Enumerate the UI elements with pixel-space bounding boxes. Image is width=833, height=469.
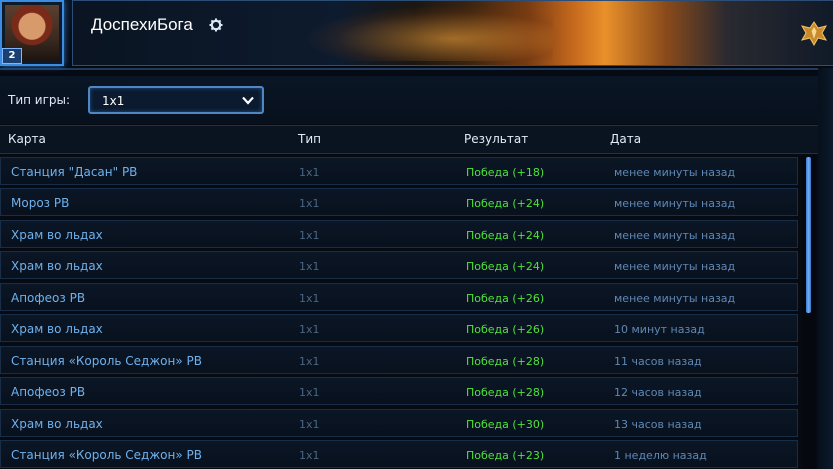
match-date: менее минуты назад — [614, 260, 736, 273]
column-type[interactable]: Тип — [298, 132, 321, 146]
table-header: Карта Тип Результат Дата — [0, 125, 833, 154]
match-result: Победа (+26) — [466, 323, 545, 336]
table-row[interactable]: Апофеоз РВ 1x1 Победа (+28) 12 часов наз… — [0, 377, 798, 405]
match-result: Победа (+24) — [466, 260, 545, 273]
game-type: 1x1 — [299, 166, 320, 179]
game-type: 1x1 — [299, 197, 320, 210]
name-plate: ДоспехиБога 340 — [72, 0, 833, 66]
map-name[interactable]: Храм во льдах — [11, 322, 103, 336]
column-result[interactable]: Результат — [464, 132, 528, 146]
match-result: Победа (+24) — [466, 197, 545, 210]
match-result: Победа (+26) — [466, 292, 545, 305]
table-row[interactable]: Станция «Король Седжон» РВ 1x1 Победа (+… — [0, 440, 798, 468]
map-name[interactable]: Апофеоз РВ — [11, 291, 85, 305]
game-type: 1x1 — [299, 229, 320, 242]
achievement-wings-icon — [800, 21, 828, 47]
right-frame-edge — [818, 68, 833, 469]
map-name[interactable]: Храм во льдах — [11, 259, 103, 273]
filter-bar: Тип игры: 1x1 — [0, 76, 833, 124]
match-date: 12 часов назад — [614, 386, 702, 399]
match-result: Победа (+30) — [466, 418, 545, 431]
table-row[interactable]: Храм во льдах 1x1 Победа (+30) 13 часов … — [0, 409, 798, 437]
profile-header: 2 ДоспехиБога 340 — [0, 0, 833, 70]
match-result: Победа (+18) — [466, 166, 545, 179]
game-type: 1x1 — [299, 355, 320, 368]
game-type: 1x1 — [299, 386, 320, 399]
player-name[interactable]: ДоспехиБога — [91, 15, 193, 35]
match-history-list: Станция "Дасан" РВ 1x1 Победа (+18) мене… — [0, 155, 800, 469]
scrollbar-thumb[interactable] — [806, 157, 811, 313]
chevron-down-icon — [242, 96, 254, 105]
match-date: 10 минут назад — [614, 323, 705, 336]
table-row[interactable]: Храм во льдах 1x1 Победа (+26) 10 минут … — [0, 314, 798, 342]
column-map[interactable]: Карта — [8, 132, 46, 146]
game-type-value: 1x1 — [102, 94, 125, 108]
table-row[interactable]: Станция "Дасан" РВ 1x1 Победа (+18) мене… — [0, 157, 798, 185]
game-type: 1x1 — [299, 292, 320, 305]
game-type: 1x1 — [299, 418, 320, 431]
table-row[interactable]: Станция «Король Седжон» РВ 1x1 Победа (+… — [0, 346, 798, 374]
scrollbar[interactable] — [802, 155, 816, 469]
map-name[interactable]: Станция "Дасан" РВ — [11, 165, 137, 179]
table-row[interactable]: Мороз РВ 1x1 Победа (+24) менее минуты н… — [0, 188, 798, 216]
gear-icon[interactable] — [209, 18, 223, 32]
match-result: Победа (+24) — [466, 229, 545, 242]
match-date: 13 часов назад — [614, 418, 702, 431]
table-row[interactable]: Апофеоз РВ 1x1 Победа (+26) менее минуты… — [0, 283, 798, 311]
game-type: 1x1 — [299, 449, 320, 462]
map-name[interactable]: Станция «Король Седжон» РВ — [11, 448, 202, 462]
column-date[interactable]: Дата — [610, 132, 641, 146]
level-badge: 2 — [2, 48, 22, 64]
game-type-select[interactable]: 1x1 — [88, 86, 264, 114]
match-date: менее минуты назад — [614, 292, 736, 305]
map-name[interactable]: Станция «Король Седжон» РВ — [11, 354, 202, 368]
map-name[interactable]: Мороз РВ — [11, 196, 69, 210]
match-date: менее минуты назад — [614, 166, 736, 179]
game-type: 1x1 — [299, 260, 320, 273]
match-result: Победа (+28) — [466, 355, 545, 368]
match-date: менее минуты назад — [614, 229, 736, 242]
match-result: Победа (+28) — [466, 386, 545, 399]
avatar[interactable]: 2 — [0, 0, 64, 66]
game-type: 1x1 — [299, 323, 320, 336]
map-name[interactable]: Апофеоз РВ — [11, 385, 85, 399]
map-name[interactable]: Храм во льдах — [11, 417, 103, 431]
match-result: Победа (+23) — [466, 449, 545, 462]
match-date: менее минуты назад — [614, 197, 736, 210]
match-date: 11 часов назад — [614, 355, 702, 368]
game-type-label: Тип игры: — [8, 93, 71, 107]
table-row[interactable]: Храм во льдах 1x1 Победа (+24) менее мин… — [0, 251, 798, 279]
table-row[interactable]: Храм во льдах 1x1 Победа (+24) менее мин… — [0, 220, 798, 248]
match-date: 1 неделю назад — [614, 449, 707, 462]
map-name[interactable]: Храм во льдах — [11, 228, 103, 242]
